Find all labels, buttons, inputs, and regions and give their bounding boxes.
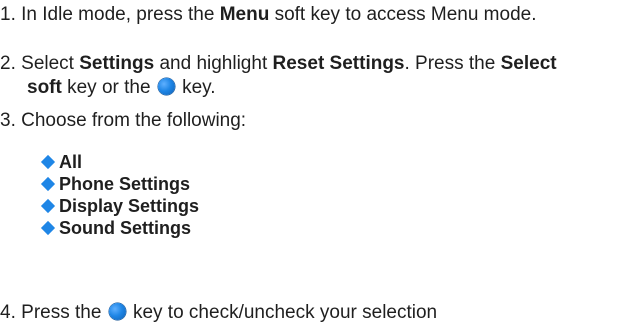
instruction-page: 1. In Idle mode, press the Menu soft key… — [0, 0, 635, 329]
option-label: All — [59, 152, 83, 172]
step-text: Choose from the following: — [21, 110, 247, 131]
step-text: . Press the — [404, 53, 501, 74]
option-sound-settings: Sound Settings — [40, 217, 199, 239]
diamond-bullet-icon — [40, 220, 56, 236]
reset-settings-label: Reset Settings — [272, 53, 405, 74]
option-label: Sound Settings — [59, 218, 191, 238]
step-4: 4. Press the key to check/uncheck your s… — [0, 301, 632, 325]
settings-label: Settings — [79, 53, 155, 74]
step-number: 4. — [0, 302, 16, 323]
step-text: Select — [21, 53, 80, 74]
select-softkey-label: Select — [500, 53, 557, 74]
step-text: key or the — [61, 77, 156, 98]
step-2: 2. Select Settings and highlight Reset S… — [0, 52, 632, 100]
step-number: 3. — [0, 110, 16, 131]
option-all: All — [40, 151, 199, 173]
option-label: Phone Settings — [59, 174, 191, 194]
step-number: 2. — [0, 53, 16, 74]
step-text: soft key to access Menu mode. — [269, 4, 537, 25]
soft-label: soft — [27, 77, 62, 98]
option-phone-settings: Phone Settings — [40, 173, 199, 195]
diamond-bullet-icon — [40, 154, 56, 170]
options-list: All Phone Settings Display Settings Soun… — [40, 151, 200, 239]
step-3: 3. Choose from the following: — [0, 109, 632, 133]
diamond-bullet-icon — [40, 198, 56, 214]
step-text: and highlight — [154, 53, 273, 74]
select-key-icon — [108, 303, 126, 320]
step-text: In Idle mode, press the — [21, 4, 220, 25]
option-display-settings: Display Settings — [40, 195, 200, 217]
option-label: Display Settings — [59, 196, 200, 216]
menu-softkey-label: Menu — [219, 4, 270, 25]
step-text: key to check/uncheck your selection — [127, 302, 438, 323]
diamond-bullet-icon — [40, 176, 56, 192]
select-key-icon — [157, 78, 175, 95]
step-1: 1. In Idle mode, press the Menu soft key… — [0, 3, 632, 27]
step-text: key. — [176, 77, 216, 98]
step-number: 1. — [0, 4, 16, 25]
step-text: Press the — [21, 302, 107, 323]
